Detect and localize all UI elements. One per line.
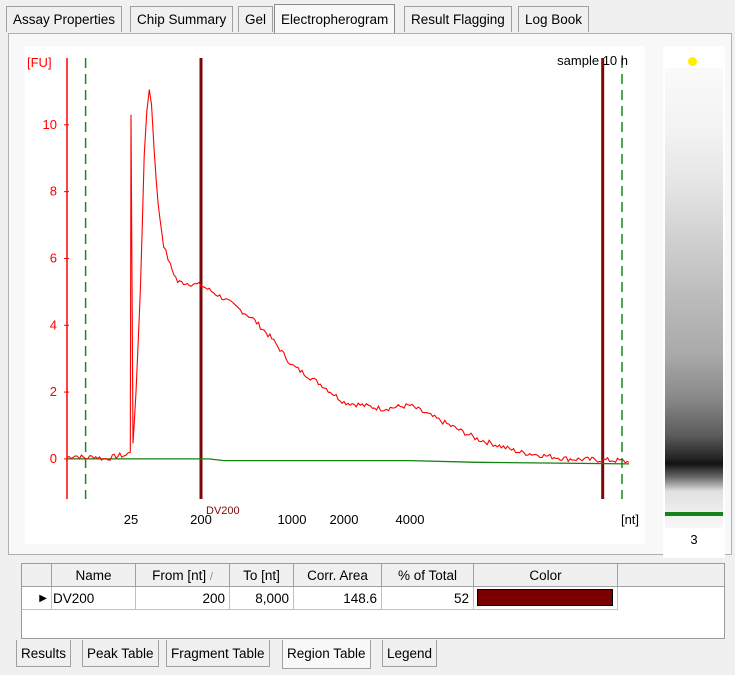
cell-corr-area[interactable]: 148.6 bbox=[294, 587, 382, 610]
electropherogram-plot: 0 2 4 6 8 10 [FU] 25 200 1000 2000 4000 [nt] sample 1… bbox=[25, 46, 645, 544]
gel-lane bbox=[665, 68, 723, 528]
region-table: Name From [nt] / To [nt] Corr. Area % of… bbox=[21, 563, 725, 639]
lower-marker-band bbox=[665, 512, 723, 516]
tab-fragment-table[interactable]: Fragment Table bbox=[166, 640, 270, 667]
y-tick-label-2: 2 bbox=[50, 384, 57, 399]
top-tab-strip: Assay Properties Chip Summary Gel Electr… bbox=[0, 0, 735, 34]
sample-label: sample 10 h bbox=[557, 53, 628, 68]
electropherogram-trace bbox=[66, 89, 630, 464]
tab-gel[interactable]: Gel bbox=[238, 6, 274, 32]
upper-marker-dot bbox=[688, 57, 697, 66]
electropherogram-chart: 0246810[FU]25 200 1000 2000 4000 [nt]sample 1… bbox=[27, 53, 639, 527]
column-header-from-label: From [nt] bbox=[152, 568, 207, 583]
cell-percent-total[interactable]: 52 bbox=[382, 587, 474, 610]
x-tick-label-1000: 1000 bbox=[278, 512, 307, 527]
row-selector[interactable]: ▶ bbox=[22, 587, 52, 610]
x-tick-label-4000: 4000 bbox=[396, 512, 425, 527]
electropherogram-panel: 0 2 4 6 8 10 [FU] 25 200 1000 2000 4000 [nt] sample 1… bbox=[8, 33, 732, 558]
tab-chip-summary[interactable]: Chip Summary bbox=[130, 6, 234, 32]
tab-assay-properties[interactable]: Assay Properties bbox=[6, 6, 123, 32]
region-label: DV200 bbox=[206, 505, 240, 517]
tab-peak-table[interactable]: Peak Table bbox=[82, 640, 159, 667]
x-tick-label-2000: 2000 bbox=[330, 512, 359, 527]
tab-results[interactable]: Results bbox=[16, 640, 72, 667]
cell-from[interactable]: 200 bbox=[136, 587, 230, 610]
y-tick-label-10: 10 bbox=[43, 117, 57, 132]
tab-electropherogram[interactable]: Electropherogram bbox=[274, 4, 396, 34]
column-header-name[interactable]: Name bbox=[52, 564, 136, 587]
column-header-to[interactable]: To [nt] bbox=[230, 564, 294, 587]
x-axis-label: [nt] bbox=[621, 512, 639, 527]
gel-lane-number: 3 bbox=[690, 532, 698, 547]
baseline-line bbox=[67, 458, 630, 465]
y-tick-label-6: 6 bbox=[50, 250, 57, 265]
gel-lane-panel: 3 bbox=[663, 46, 725, 558]
y-tick-label-0: 0 bbox=[50, 451, 57, 466]
column-header-percent-total[interactable]: % of Total bbox=[382, 564, 474, 587]
color-swatch bbox=[477, 589, 613, 606]
tab-region-table[interactable]: Region Table bbox=[282, 640, 371, 669]
cell-color[interactable] bbox=[474, 587, 618, 610]
column-header-from[interactable]: From [nt] / bbox=[136, 564, 230, 587]
x-tick-label-25: 25 bbox=[124, 512, 138, 527]
y-axis-label: [FU] bbox=[27, 55, 52, 70]
y-tick-label-8: 8 bbox=[50, 184, 57, 199]
column-header-corr-area[interactable]: Corr. Area bbox=[294, 564, 382, 587]
cell-name[interactable]: DV200 bbox=[52, 587, 136, 610]
tab-log-book[interactable]: Log Book bbox=[518, 6, 590, 32]
column-header-color[interactable]: Color bbox=[474, 564, 618, 587]
y-tick-label-4: 4 bbox=[50, 317, 57, 332]
column-header-filler bbox=[618, 564, 724, 587]
tab-legend[interactable]: Legend bbox=[382, 640, 438, 667]
cell-to[interactable]: 8,000 bbox=[230, 587, 294, 610]
sort-indicator: / bbox=[209, 571, 213, 583]
row-header-corner bbox=[22, 564, 52, 587]
tab-result-flagging[interactable]: Result Flagging bbox=[404, 6, 512, 32]
bottom-tab-strip: Results Peak Table Fragment Table Region… bbox=[16, 640, 735, 670]
